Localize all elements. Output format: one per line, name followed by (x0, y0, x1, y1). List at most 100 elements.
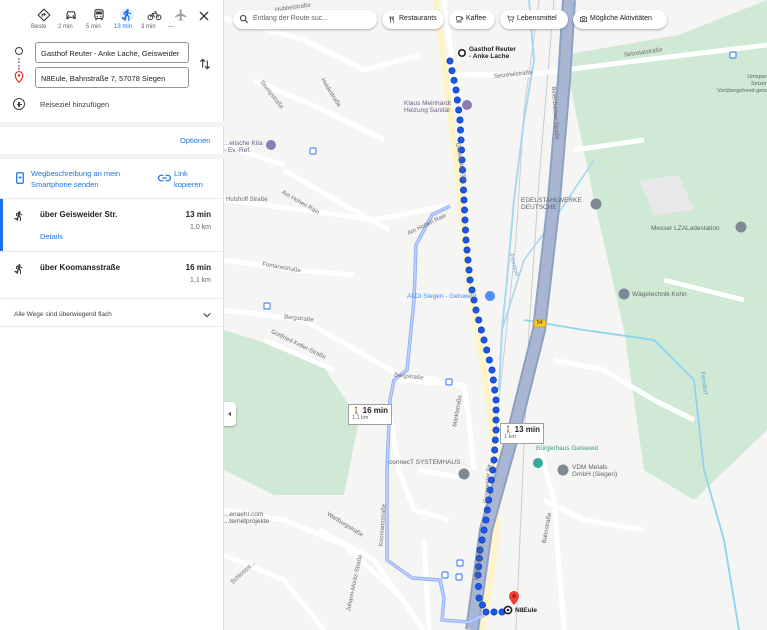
destination-input[interactable]: N8Eule, Bahnstraße 7, 57078 Siegen (35, 67, 189, 88)
route-duration-callout[interactable]: 🚶 13 min 1 km (500, 423, 545, 444)
search-placeholder: Entlang der Route suc... (253, 15, 329, 22)
swap-waypoints-icon[interactable] (198, 56, 212, 72)
route-dot (450, 76, 458, 84)
alt-route-duration-callout[interactable]: 🚶 16 min 1,1 km (348, 404, 393, 425)
poi-label[interactable]: ALDI Siegen - Geisweid (407, 293, 476, 300)
start-marker-icon[interactable] (458, 48, 467, 57)
poi-label[interactable]: EDELSTAHLWERKE DEUTSCHE (521, 197, 582, 211)
mode-bike-button[interactable]: 3 min (141, 6, 167, 36)
poi-label[interactable]: ...enaehr.com ...ternetprojekte (224, 511, 269, 525)
street-label: Hulshoff Straße (226, 197, 268, 203)
chip-label: Restaurants (399, 15, 437, 22)
route-dot (480, 526, 488, 534)
chip-label: Mögliche Aktivitäten (590, 15, 652, 22)
directions-panel: Beste 2 min 5 min 13 min 3 min — Gasthof… (0, 0, 224, 630)
add-destination-label: Reiseziel hinzufügen (40, 100, 110, 109)
route-dot (475, 594, 483, 602)
route-dot (462, 236, 470, 244)
callout-duration: 13 min (514, 425, 541, 434)
walk-icon: 🚶 (504, 427, 513, 434)
route-dot (460, 186, 468, 194)
walk-icon (14, 264, 23, 274)
route-dot (462, 226, 470, 234)
origin-map-label[interactable]: Gasthof Reuter - Anke Lache (469, 46, 516, 60)
route-dot (456, 116, 464, 124)
collapse-panel-button[interactable] (224, 402, 236, 426)
route-distance: 1,1 km (189, 277, 211, 284)
poi-label[interactable]: ...elische Kita - Ev.-Ref. (224, 140, 263, 154)
poi-label[interactable]: Umspannwe Setzer Wie Vorübergehend gesch… (717, 74, 767, 95)
route-dot (464, 256, 472, 264)
mode-walk-button[interactable]: 13 min (114, 6, 140, 36)
route-dot (457, 126, 465, 134)
map-view[interactable]: Entlang der Route suc... Restaurants Kaf… (224, 0, 767, 630)
add-icon (13, 98, 25, 110)
route-dot (483, 506, 491, 514)
route-dot (488, 366, 496, 374)
camera-icon (580, 15, 587, 23)
route-dot (460, 196, 468, 204)
poi-label[interactable]: Wägetechnik Kohn (632, 291, 687, 298)
route-option-1[interactable]: über Geisweider Str. 13 min 1,0 km Detai… (0, 199, 224, 251)
best-route-icon (37, 8, 51, 22)
poi-label[interactable]: VDM Metals GmbH (Siegen) (572, 464, 617, 478)
route-dot (477, 326, 485, 334)
route-dot (452, 86, 460, 94)
mode-car-label: 2 min (58, 24, 73, 30)
poi-label[interactable]: Klaus Meinhardt Heizung Sanitär (404, 100, 451, 114)
callout-duration: 16 min (362, 406, 389, 415)
poi-label[interactable]: connecT SYSTEMHAUS (389, 459, 460, 466)
route-dot (461, 206, 469, 214)
poi-label[interactable]: Bürgerhaus Geisweid (536, 445, 598, 452)
chip-coffee[interactable]: Kaffee (449, 10, 495, 29)
travel-mode-bar: Beste 2 min 5 min 13 min 3 min — (0, 6, 224, 38)
section-divider (0, 122, 224, 127)
send-to-phone-button[interactable]: Wegbeschreibung an mein Smartphone sende… (14, 168, 154, 192)
mode-transit-label: 5 min (86, 24, 101, 30)
route-dot (492, 416, 500, 424)
terrain-note: Alle Wege sind überwiegend flach (14, 311, 112, 318)
mode-flight-label: — (168, 24, 174, 30)
waypoint-markers (13, 44, 25, 84)
route-dot (479, 601, 487, 609)
route-duration: 13 min (185, 210, 211, 219)
mode-car-button[interactable]: 2 min (58, 6, 84, 36)
route-dot (492, 406, 500, 414)
mode-best-label: Beste (31, 24, 47, 30)
road-shield-label: 54 (537, 320, 543, 326)
route-title: über Geisweider Str. (40, 210, 118, 219)
route-dot (482, 608, 490, 616)
route-dot (490, 608, 498, 616)
copy-link-button[interactable]: Link kopieren (158, 168, 218, 192)
options-link[interactable]: Optionen (180, 136, 210, 145)
walk-icon (120, 8, 134, 22)
mode-transit-button[interactable]: 5 min (86, 6, 112, 36)
chip-activities[interactable]: Mögliche Aktivitäten (573, 10, 667, 29)
route-dots-icon (18, 58, 20, 70)
bike-icon (147, 10, 161, 21)
destination-map-label[interactable]: N8Eule (515, 607, 537, 614)
walk-icon (14, 211, 23, 221)
route-dot (475, 316, 483, 324)
origin-input[interactable]: Gasthof Reuter - Anke Lache, Geisweider (35, 42, 189, 63)
route-duration: 16 min (185, 263, 211, 272)
section-divider (0, 326, 224, 327)
car-icon (66, 11, 76, 20)
callout-distance: 1,1 km (352, 415, 369, 421)
route-dot (463, 246, 471, 254)
route-dot (492, 396, 500, 404)
chevron-left-icon (228, 411, 231, 417)
route-details-link[interactable]: Details (40, 232, 63, 241)
route-dot (482, 516, 490, 524)
chip-groceries[interactable]: Lebensmittel (500, 10, 568, 29)
mode-best-button[interactable]: Beste (31, 6, 57, 36)
chip-restaurants[interactable]: Restaurants (382, 10, 444, 29)
route-dot (491, 446, 499, 454)
close-icon[interactable] (196, 8, 212, 24)
chevron-down-icon[interactable] (202, 311, 212, 319)
mode-flight-button[interactable]: — (168, 6, 194, 36)
route-option-2[interactable]: über Koomansstraße 16 min 1,1 km (0, 252, 224, 297)
copy-link-label: Link kopieren (174, 169, 203, 189)
poi-label[interactable]: Messer LZALadestation (651, 225, 720, 232)
route-search-input[interactable]: Entlang der Route suc... (233, 10, 377, 29)
